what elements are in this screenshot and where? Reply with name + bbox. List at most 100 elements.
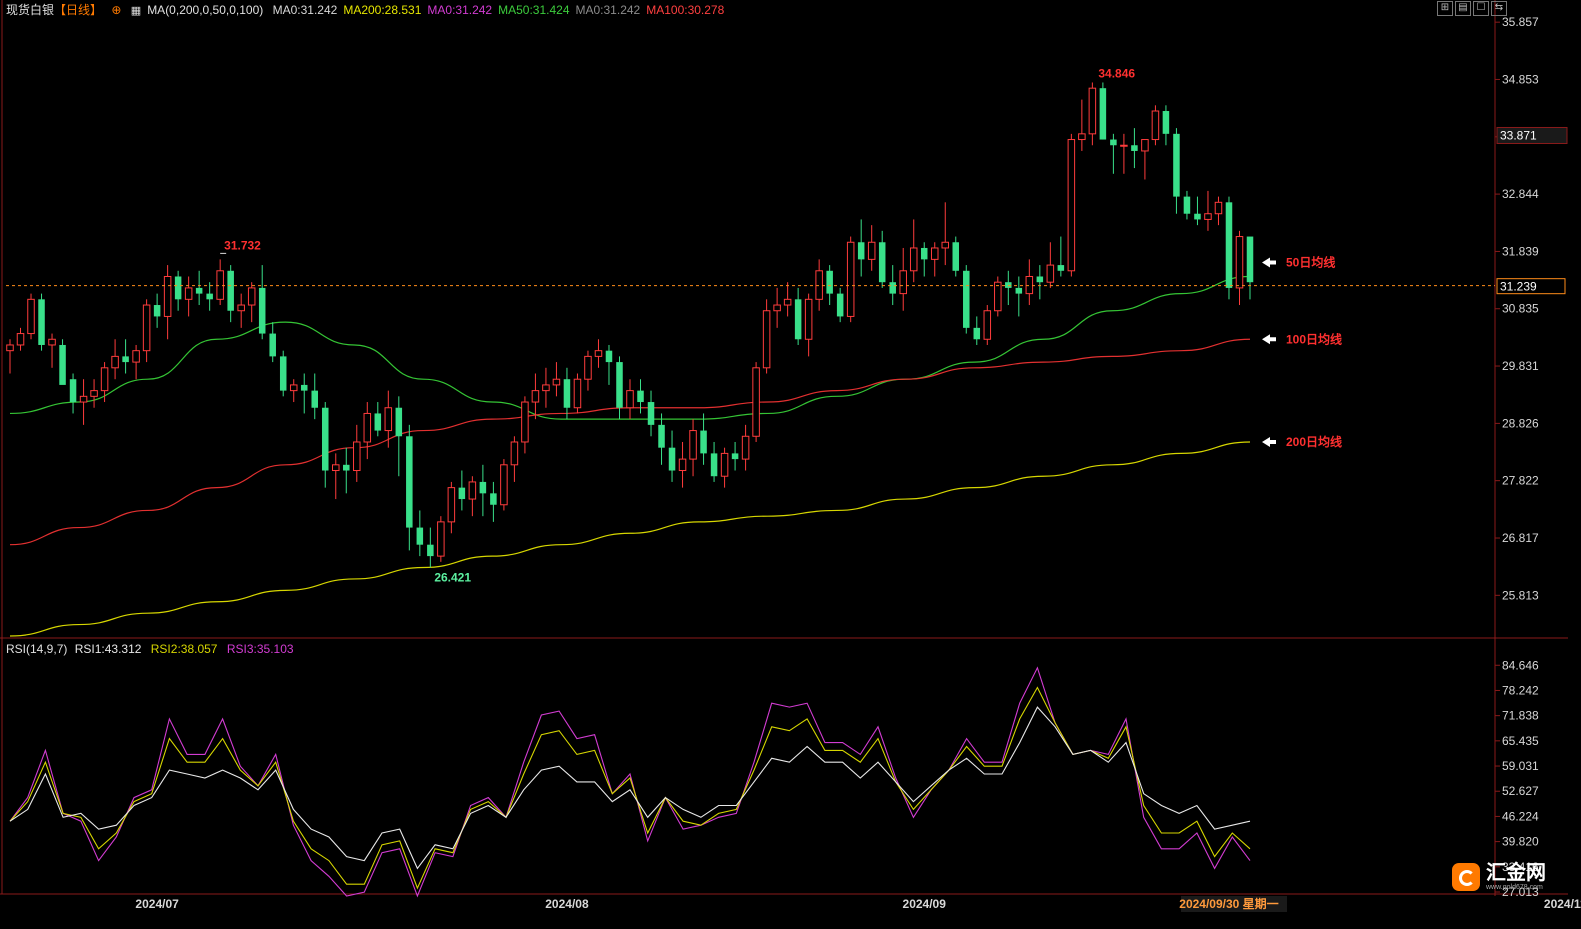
axes-layer: 35.85734.85333.84832.84431.83930.83529.8…: [6, 15, 1581, 912]
candle: [1204, 190, 1212, 231]
candle: [174, 270, 182, 311]
candle-body: [1204, 213, 1212, 220]
swap-icon[interactable]: ⇆: [1491, 1, 1507, 16]
period-label[interactable]: 【日线】: [54, 3, 102, 17]
high-label-1: 31.732: [224, 238, 261, 252]
candle-body: [783, 298, 792, 306]
candle-body: [815, 270, 823, 300]
candle-body: [468, 481, 477, 500]
candle: [762, 299, 771, 374]
candle-body: [1046, 264, 1055, 283]
candle-body: [500, 464, 508, 506]
candle: [163, 265, 172, 340]
candle: [521, 396, 529, 454]
candle-body: [773, 304, 781, 312]
candle: [963, 265, 970, 334]
candle: [941, 202, 950, 266]
candle: [1131, 128, 1138, 169]
price-tick-label: 25.813: [1502, 588, 1539, 602]
candle-body: [27, 298, 35, 335]
candle-body: [794, 299, 802, 340]
rsi2-value: RSI2:38.057: [150, 642, 218, 656]
candle: [447, 481, 456, 534]
rsi3-value: RSI3:35.103: [226, 642, 294, 656]
price-tick-label: 26.817: [1502, 531, 1539, 545]
candle: [1151, 105, 1160, 146]
candle: [1235, 230, 1244, 306]
tile-icon[interactable]: ⊞: [1437, 1, 1453, 16]
candle: [731, 441, 739, 471]
candle: [605, 344, 613, 385]
candle-body: [637, 390, 644, 403]
circle-plus-icon[interactable]: ⊕: [111, 3, 121, 17]
candle-body: [899, 270, 907, 295]
candle: [689, 419, 697, 477]
candle-body: [1088, 87, 1097, 135]
candle-body: [311, 390, 319, 408]
candle-body: [1099, 88, 1107, 140]
candle-body: [963, 270, 970, 328]
high-label-2: 34.846: [1098, 66, 1135, 80]
candle-body: [1120, 144, 1128, 147]
candle: [552, 362, 561, 397]
candle-body: [700, 430, 707, 454]
candle: [510, 436, 519, 482]
candle: [247, 282, 256, 323]
candle: [700, 413, 707, 465]
candle: [111, 339, 119, 380]
candle: [269, 322, 276, 363]
moving-average-layer: [9, 275, 1251, 637]
candle-body: [1057, 265, 1065, 271]
candle-body: [289, 384, 298, 392]
chart-stage[interactable]: 35.85734.85333.84832.84431.83930.83529.8…: [0, 0, 1581, 924]
list-icon[interactable]: ▤: [1455, 1, 1471, 16]
candle: [983, 305, 992, 345]
candle: [542, 367, 550, 408]
candle: [427, 527, 434, 568]
rsi-tick-label: 71.838: [1502, 709, 1539, 723]
rsi-line-rsi3: [9, 666, 1251, 898]
ma-line-ma200: [9, 441, 1251, 637]
candle-body: [237, 304, 245, 312]
arrow-left-icon: [1262, 436, 1276, 447]
candle-body: [374, 413, 382, 431]
current-price-label: 31.239: [1500, 280, 1537, 294]
candle: [1046, 242, 1055, 288]
candle-body: [720, 452, 729, 477]
candle-body: [668, 447, 676, 471]
candle-body: [427, 544, 434, 557]
candle: [38, 293, 45, 351]
candle-body: [930, 247, 939, 260]
rsi-line-rsi1: [9, 706, 1251, 870]
ma-value-0: MA0:31.242: [272, 3, 338, 17]
candle: [1246, 236, 1254, 300]
candle: [195, 270, 203, 306]
logo-icon: [1452, 862, 1480, 891]
candle-body: [1025, 275, 1034, 295]
crosshair-label: 33.871: [1500, 128, 1537, 142]
ma-settings-icon[interactable]: ▦: [131, 5, 141, 17]
price-tick-label: 27.822: [1502, 474, 1539, 488]
candle: [279, 350, 287, 397]
candle: [237, 293, 245, 328]
candle: [658, 413, 665, 465]
price-tick-label: 35.857: [1502, 15, 1539, 29]
candle-body: [1246, 236, 1254, 283]
chart-canvas[interactable]: 35.85734.85333.84832.84431.83930.83529.8…: [0, 0, 1581, 924]
candle-body: [1194, 213, 1201, 220]
candle: [804, 293, 813, 357]
candle-body: [122, 356, 129, 363]
rsi-params[interactable]: RSI(14,9,7): [6, 642, 67, 656]
ma-value-1: MA200:28.531: [343, 3, 422, 17]
candle-body: [889, 282, 896, 294]
candle: [815, 259, 823, 311]
candle: [258, 265, 266, 340]
maximize-icon[interactable]: ☐: [1473, 1, 1489, 16]
candle: [1225, 196, 1233, 300]
candle-body: [490, 493, 497, 505]
ma-params[interactable]: MA(0,200,0,50,0,100): [147, 3, 263, 17]
candle-body: [38, 299, 45, 345]
candle: [563, 367, 571, 420]
candle-body: [1173, 133, 1180, 197]
price-tick-label: 28.826: [1502, 416, 1539, 430]
